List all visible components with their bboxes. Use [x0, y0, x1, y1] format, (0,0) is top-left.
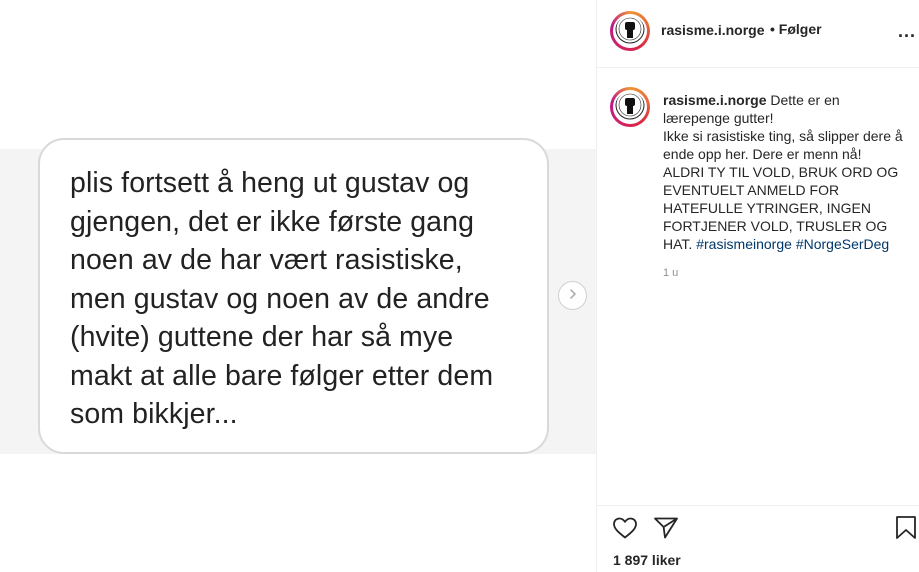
raised-fist-icon: [615, 16, 645, 46]
raised-fist-icon: [615, 92, 645, 122]
bookmark-icon: [895, 515, 917, 546]
post-caption: rasisme.i.norge Dette er en lærepenge gu…: [663, 91, 908, 253]
hashtag-link[interactable]: #NorgeSerDeg: [796, 236, 889, 252]
next-slide-button[interactable]: [558, 281, 587, 310]
save-button[interactable]: [893, 515, 919, 546]
avatar[interactable]: [610, 11, 650, 51]
more-options-button[interactable]: ...: [897, 20, 917, 41]
caption-avatar[interactable]: [610, 87, 650, 127]
header-username-link[interactable]: rasisme.i.norge: [661, 22, 765, 38]
caption-username-link[interactable]: rasisme.i.norge: [663, 92, 767, 108]
message-bubble-image: plis fortsett å heng ut gustav og gjenge…: [38, 138, 549, 454]
post-header: rasisme.i.norge • Følger ...: [597, 0, 919, 68]
following-button[interactable]: • Følger: [770, 21, 822, 37]
caption-text-body: Ikke si rasistiske ting, så slipper dere…: [663, 128, 903, 162]
heart-icon: [612, 516, 638, 545]
share-button[interactable]: [653, 517, 679, 543]
action-bar: 1 897 liker: [597, 505, 919, 572]
hashtag-link[interactable]: #rasismeinorge: [696, 236, 792, 252]
message-text: plis fortsett å heng ut gustav og gjenge…: [70, 167, 494, 430]
likes-count[interactable]: 1 897 liker: [613, 552, 681, 568]
paper-plane-icon: [653, 516, 679, 545]
ellipsis-icon: ...: [897, 20, 916, 41]
post-media[interactable]: plis fortsett å heng ut gustav og gjenge…: [0, 0, 596, 572]
like-button[interactable]: [612, 517, 638, 543]
chevron-right-icon: [567, 287, 579, 305]
post-timestamp[interactable]: 1 u: [663, 267, 678, 279]
post-details-panel: rasisme.i.norge • Følger ... rasisme.i.n…: [596, 0, 919, 572]
